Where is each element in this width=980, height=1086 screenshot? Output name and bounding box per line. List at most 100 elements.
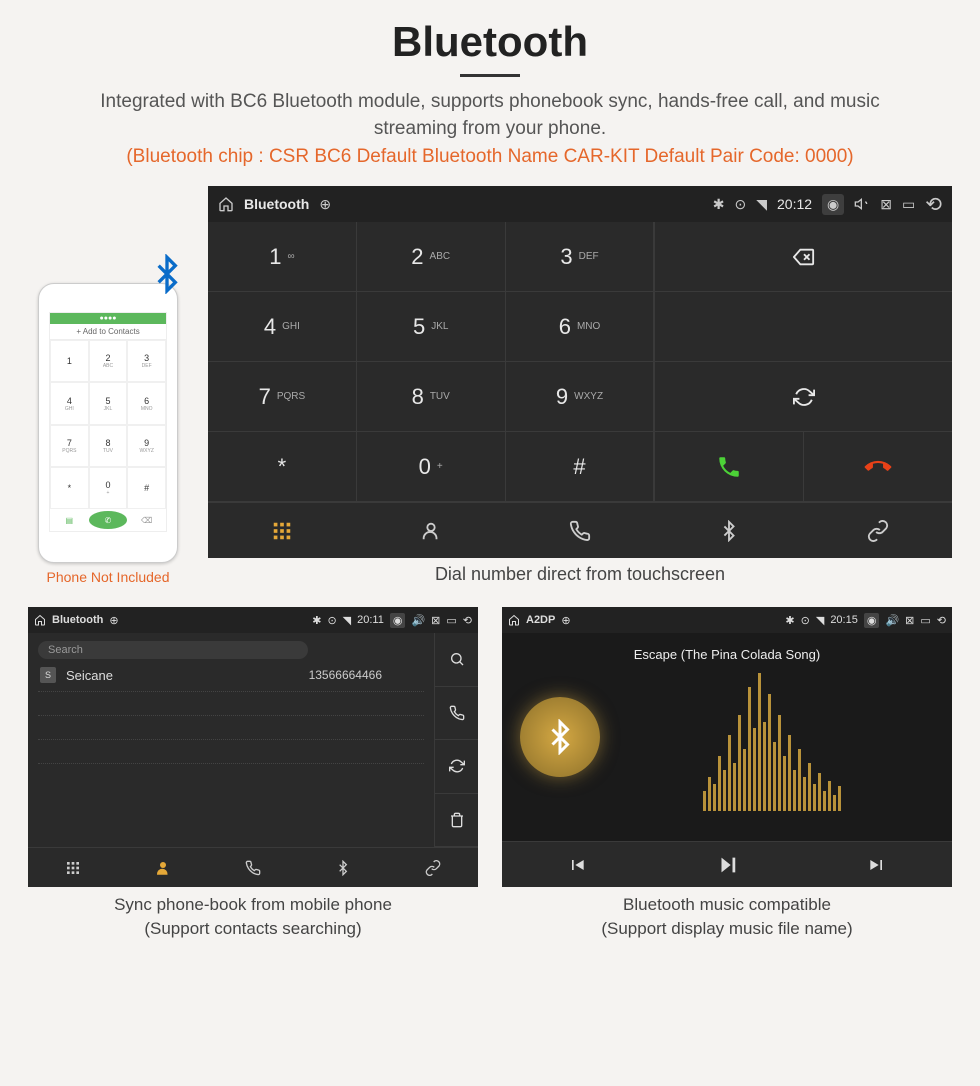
phone-statusbar: ●●●●	[50, 313, 166, 324]
key-2[interactable]: 2ABC	[357, 222, 506, 292]
page-title: Bluetooth	[0, 0, 980, 66]
side-delete-button[interactable]	[434, 794, 478, 848]
phone-mockup: ●●●● + Add to Contacts 12ABC3DEF 4GHI5JK…	[38, 283, 178, 563]
add-contacts-row: + Add to Contacts	[50, 324, 166, 340]
dialpad-grid: 1∞ 2ABC 3DEF 4GHI 5JKL 6MNO 7PQRS 8TUV 9…	[208, 222, 654, 502]
nav-contacts[interactable]	[118, 848, 208, 887]
status-time: 20:15	[830, 614, 858, 626]
key-5[interactable]: 5JKL	[357, 292, 506, 362]
nav-pair[interactable]	[803, 503, 952, 558]
side-call-button[interactable]	[434, 687, 478, 741]
contacts-panel: Bluetooth ⊕ ✱⊙◥ 20:11 ◉ 🔊 ⊠ ▭ ⟲ Search S…	[28, 607, 478, 887]
music-panel: A2DP ⊕ ✱ ⊙ ◥ 20:15 ◉ 🔊 ⊠ ▭ ⟲ Escape (The P…	[502, 607, 952, 887]
music-bt-icon	[520, 697, 600, 777]
music-caption-2: (Support display music file name)	[502, 917, 952, 941]
back-icon[interactable]: ⟲	[925, 192, 942, 217]
contact-row[interactable]: S Seicane 13566664466	[38, 659, 424, 692]
nav-bluetooth[interactable]	[654, 503, 803, 558]
windows-icon[interactable]: ▭	[920, 614, 930, 627]
subtitle: Integrated with BC6 Bluetooth module, su…	[0, 89, 980, 142]
volume-icon[interactable]	[854, 196, 870, 212]
camera-icon[interactable]: ◉	[864, 613, 880, 628]
bluetooth-icon: ✱	[312, 614, 321, 627]
contact-name: Seicane	[66, 668, 113, 683]
track-title: Escape (The Pina Colada Song)	[502, 647, 952, 662]
contact-row-empty	[38, 764, 424, 788]
location-icon: ⊙	[734, 196, 746, 213]
volume-icon[interactable]: 🔊	[885, 614, 899, 627]
backspace-button[interactable]	[654, 222, 952, 292]
phone-keypad: 12ABC3DEF 4GHI5JKL6MNO 7PQRS8TUV9WXYZ *0…	[50, 340, 166, 509]
key-8[interactable]: 8TUV	[357, 362, 506, 432]
bluetooth-signal-icon	[147, 254, 187, 294]
key-1[interactable]: 1∞	[208, 222, 357, 292]
contact-row-empty	[38, 692, 424, 716]
key-7[interactable]: 7PQRS	[208, 362, 357, 432]
key-4[interactable]: 4GHI	[208, 292, 357, 362]
home-icon[interactable]	[34, 614, 46, 626]
nav-bluetooth[interactable]	[298, 848, 388, 887]
wifi-icon: ◥	[756, 196, 767, 213]
call-button[interactable]	[654, 432, 803, 502]
nav-calls[interactable]	[506, 503, 655, 558]
close-icon[interactable]: ⊠	[880, 196, 892, 213]
music-caption-1: Bluetooth music compatible	[502, 893, 952, 917]
wifi-icon: ◥	[816, 614, 824, 627]
windows-icon[interactable]: ▭	[902, 196, 915, 213]
hangup-button[interactable]	[803, 432, 952, 502]
play-pause-button[interactable]	[652, 842, 802, 887]
nav-calls[interactable]	[208, 848, 298, 887]
statusbar: Bluetooth ⊕ ✱⊙◥ 20:11 ◉ 🔊 ⊠ ▭ ⟲	[28, 607, 478, 633]
next-button[interactable]	[802, 842, 952, 887]
location-icon: ⊙	[327, 614, 336, 627]
close-icon[interactable]: ⊠	[905, 614, 914, 627]
statusbar: A2DP ⊕ ✱ ⊙ ◥ 20:15 ◉ 🔊 ⊠ ▭ ⟲	[502, 607, 952, 633]
redial-button[interactable]	[654, 362, 952, 432]
nav-dialpad[interactable]	[28, 848, 118, 887]
camera-icon[interactable]: ◉	[390, 613, 406, 628]
bottom-nav	[208, 502, 952, 558]
side-sync-button[interactable]	[434, 740, 478, 794]
back-icon[interactable]: ⟲	[937, 614, 946, 627]
usb-icon: ⊕	[319, 196, 331, 213]
bluetooth-icon: ✱	[785, 614, 794, 627]
location-icon: ⊙	[801, 614, 810, 627]
contacts-caption-1: Sync phone-book from mobile phone	[28, 893, 478, 917]
key-3[interactable]: 3DEF	[506, 222, 655, 292]
statusbar: Bluetooth ⊕ ✱ ⊙ ◥ 20:12 ◉ ⊠ ▭ ⟲	[208, 186, 952, 222]
volume-icon[interactable]: 🔊	[411, 614, 425, 627]
nav-pair[interactable]	[388, 848, 478, 887]
bluetooth-icon: ✱	[713, 196, 725, 213]
usb-icon: ⊕	[109, 614, 118, 627]
close-icon[interactable]: ⊠	[431, 614, 440, 627]
contact-row-empty	[38, 740, 424, 764]
back-icon[interactable]: ⟲	[463, 614, 472, 627]
visualizer	[612, 673, 932, 811]
key-star[interactable]: *	[208, 432, 357, 502]
nav-dialpad[interactable]	[208, 503, 357, 558]
camera-icon[interactable]: ◉	[822, 194, 844, 215]
dialer-caption: Dial number direct from touchscreen	[208, 564, 952, 585]
nav-contacts[interactable]	[357, 503, 506, 558]
key-9[interactable]: 9WXYZ	[506, 362, 655, 432]
contact-initial: S	[40, 667, 56, 683]
prev-button[interactable]	[502, 842, 652, 887]
status-title: A2DP	[526, 614, 555, 626]
key-6[interactable]: 6MNO	[506, 292, 655, 362]
side-search-button[interactable]	[434, 633, 478, 687]
phone-call-button: ✆	[89, 511, 128, 529]
usb-icon: ⊕	[561, 614, 570, 627]
home-icon[interactable]	[508, 614, 520, 626]
key-0[interactable]: 0+	[357, 432, 506, 502]
backspace-icon: ⌫	[127, 509, 166, 531]
search-input[interactable]: Search	[38, 641, 308, 659]
windows-icon[interactable]: ▭	[446, 614, 456, 627]
key-hash[interactable]: #	[506, 432, 655, 502]
recent-icon: ▤	[50, 509, 89, 531]
status-time: 20:12	[777, 196, 812, 212]
empty-display	[654, 292, 952, 362]
home-icon[interactable]	[218, 196, 234, 212]
specs-line: (Bluetooth chip : CSR BC6 Default Blueto…	[0, 146, 980, 168]
status-title: Bluetooth	[244, 196, 309, 212]
title-underline	[460, 74, 520, 77]
